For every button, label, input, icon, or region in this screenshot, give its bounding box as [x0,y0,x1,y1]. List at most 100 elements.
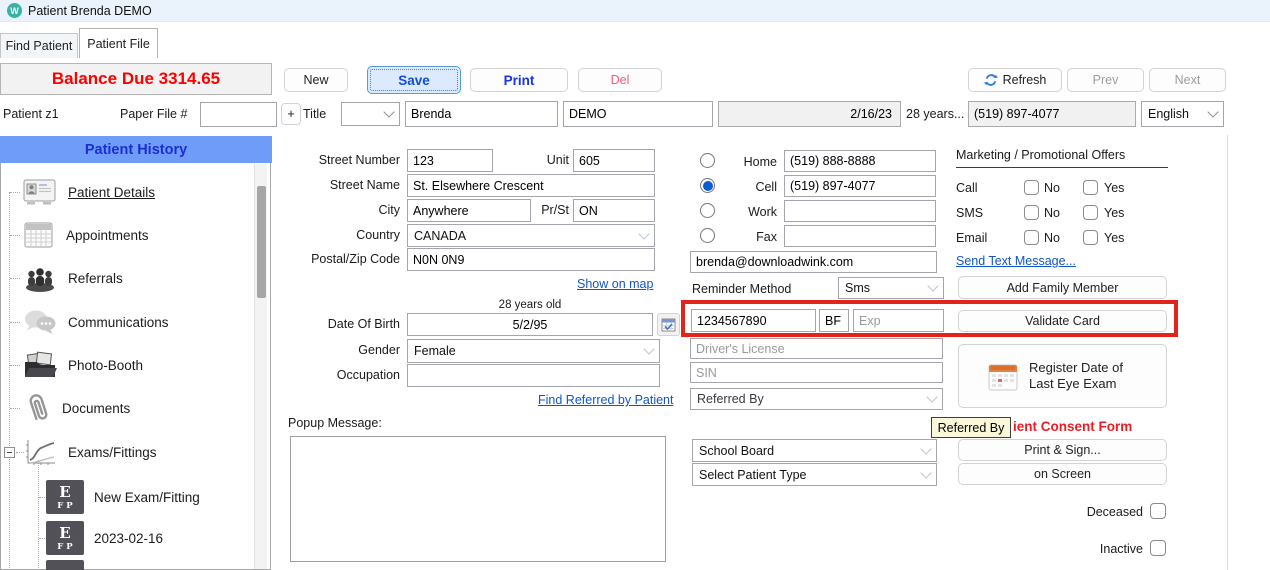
register-last-eye-exam-button[interactable]: Register Date of Last Eye Exam [958,344,1167,408]
first-name-input[interactable] [405,101,558,127]
chevron-down-icon [920,442,932,455]
sidebar-item-exam-2023-02-16[interactable]: E F P 2023-02-16 [46,521,163,555]
panel-divider [1227,135,1228,570]
del-button[interactable]: Del [578,68,662,92]
work-phone-input[interactable] [784,200,936,222]
refresh-label: Refresh [1002,73,1047,87]
sidebar-item-label: Exams/Fittings [68,444,157,460]
street-number-input[interactable] [407,149,493,172]
validate-card-button[interactable]: Validate Card [958,310,1167,332]
refresh-button[interactable]: Refresh [968,68,1062,92]
card-number-input[interactable] [691,309,816,332]
postal-input[interactable] [407,248,655,271]
title-select[interactable] [341,102,400,126]
popup-message-textarea[interactable] [290,436,666,562]
reminder-method-select[interactable]: Sms [838,277,944,299]
tree-connector [38,460,39,570]
marketing-call-label: Call [956,181,978,195]
sidebar-item-label: Appointments [66,227,149,243]
school-board-select[interactable]: School Board [692,439,937,462]
collapse-icon[interactable] [4,447,15,458]
chart-icon [22,437,58,467]
date-picker-button[interactable] [657,313,680,336]
street-name-input[interactable] [407,174,655,197]
email-yes-checkbox[interactable] [1083,230,1098,245]
send-text-message-link[interactable]: Send Text Message... [956,254,1076,268]
email-input[interactable] [690,251,937,273]
occupation-label: Occupation [336,368,400,382]
prev-button[interactable]: Prev [1067,68,1144,92]
new-button[interactable]: New [284,68,348,92]
paperclip-icon [18,388,56,428]
scrollbar-thumb[interactable] [257,186,266,298]
card-exp-input[interactable] [853,309,944,332]
save-button[interactable]: Save [367,66,461,94]
print-button[interactable]: Print [470,68,568,92]
find-referred-by-patient-link[interactable]: Find Referred by Patient [538,393,674,407]
reminder-method-value: Sms [845,281,870,295]
dob-input[interactable] [407,313,653,336]
fax-input[interactable] [784,225,936,247]
sidebar-item-referrals[interactable]: Referrals [22,261,123,295]
card-type-input[interactable] [819,309,849,332]
sidebar-scrollbar[interactable] [254,164,267,569]
country-select[interactable]: CANADA [407,224,655,247]
paper-file-input[interactable] [200,102,277,127]
svg-text:E: E [59,483,70,501]
file-date-field[interactable] [718,101,901,127]
add-title-button[interactable]: + [281,103,301,125]
show-on-map-link[interactable]: Show on map [577,277,653,291]
marketing-underline [956,167,1168,168]
sidebar-item-patient-details[interactable]: Patient Details [22,175,155,209]
sms-yes-checkbox[interactable] [1083,205,1098,220]
tree-connector [10,192,20,193]
deceased-checkbox[interactable] [1150,503,1166,519]
unit-input[interactable] [573,149,655,172]
province-input[interactable] [573,199,655,222]
sms-no-label: No [1044,206,1060,220]
age-note: 28 years old [498,299,562,311]
city-input[interactable] [407,199,531,222]
sidebar-item-appointments[interactable]: Appointments [22,218,149,252]
referred-by-select[interactable]: Referred By [690,388,943,410]
sidebar-item-label: Referrals [68,270,123,286]
home-phone-input[interactable] [784,150,936,172]
last-name-input[interactable] [563,101,713,127]
gender-value: Female [414,344,456,358]
tree-connector [10,365,20,366]
occupation-input[interactable] [407,364,660,387]
on-screen-button[interactable]: on Screen [958,463,1167,485]
marketing-sms-label: SMS [956,206,984,220]
cell-phone-input[interactable] [784,175,936,197]
inactive-checkbox[interactable] [1150,540,1166,556]
call-no-checkbox[interactable] [1024,180,1039,195]
sin-input[interactable] [690,362,943,383]
call-yes-checkbox[interactable] [1083,180,1098,195]
gender-select[interactable]: Female [407,339,660,363]
sidebar-item-communications[interactable]: Communications [22,305,169,339]
patient-type-select[interactable]: Select Patient Type [692,463,937,486]
chevron-down-icon [926,391,938,403]
tree-connector [10,278,20,279]
language-select[interactable]: English [1141,101,1224,127]
sidebar-item-exams-fittings[interactable]: Exams/Fittings [22,435,157,469]
email-no-checkbox[interactable] [1024,230,1039,245]
balance-due: Balance Due 3314.65 [0,63,272,95]
tab-patient-file[interactable]: Patient File [79,28,158,58]
chat-bubbles-icon [22,308,58,336]
people-icon [22,263,58,293]
orange-calendar-icon [987,360,1019,392]
print-and-sign-button[interactable]: Print & Sign... [958,439,1167,461]
eye-chart-icon: E F P [46,521,84,555]
drivers-license-input[interactable] [690,338,943,359]
primary-phone-field[interactable] [968,101,1136,127]
marketing-email-label: Email [956,231,988,245]
tab-find-patient[interactable]: Find Patient [0,33,78,58]
sidebar-item-documents[interactable]: Documents [22,391,130,425]
next-button[interactable]: Next [1149,68,1226,92]
sms-no-checkbox[interactable] [1024,205,1039,220]
sidebar-item-new-exam-fitting[interactable]: E F P New Exam/Fitting [46,480,200,514]
add-family-member-button[interactable]: Add Family Member [958,276,1167,299]
patient-history-header: Patient History [0,136,272,163]
sidebar-item-photo-booth[interactable]: Photo-Booth [22,348,143,382]
